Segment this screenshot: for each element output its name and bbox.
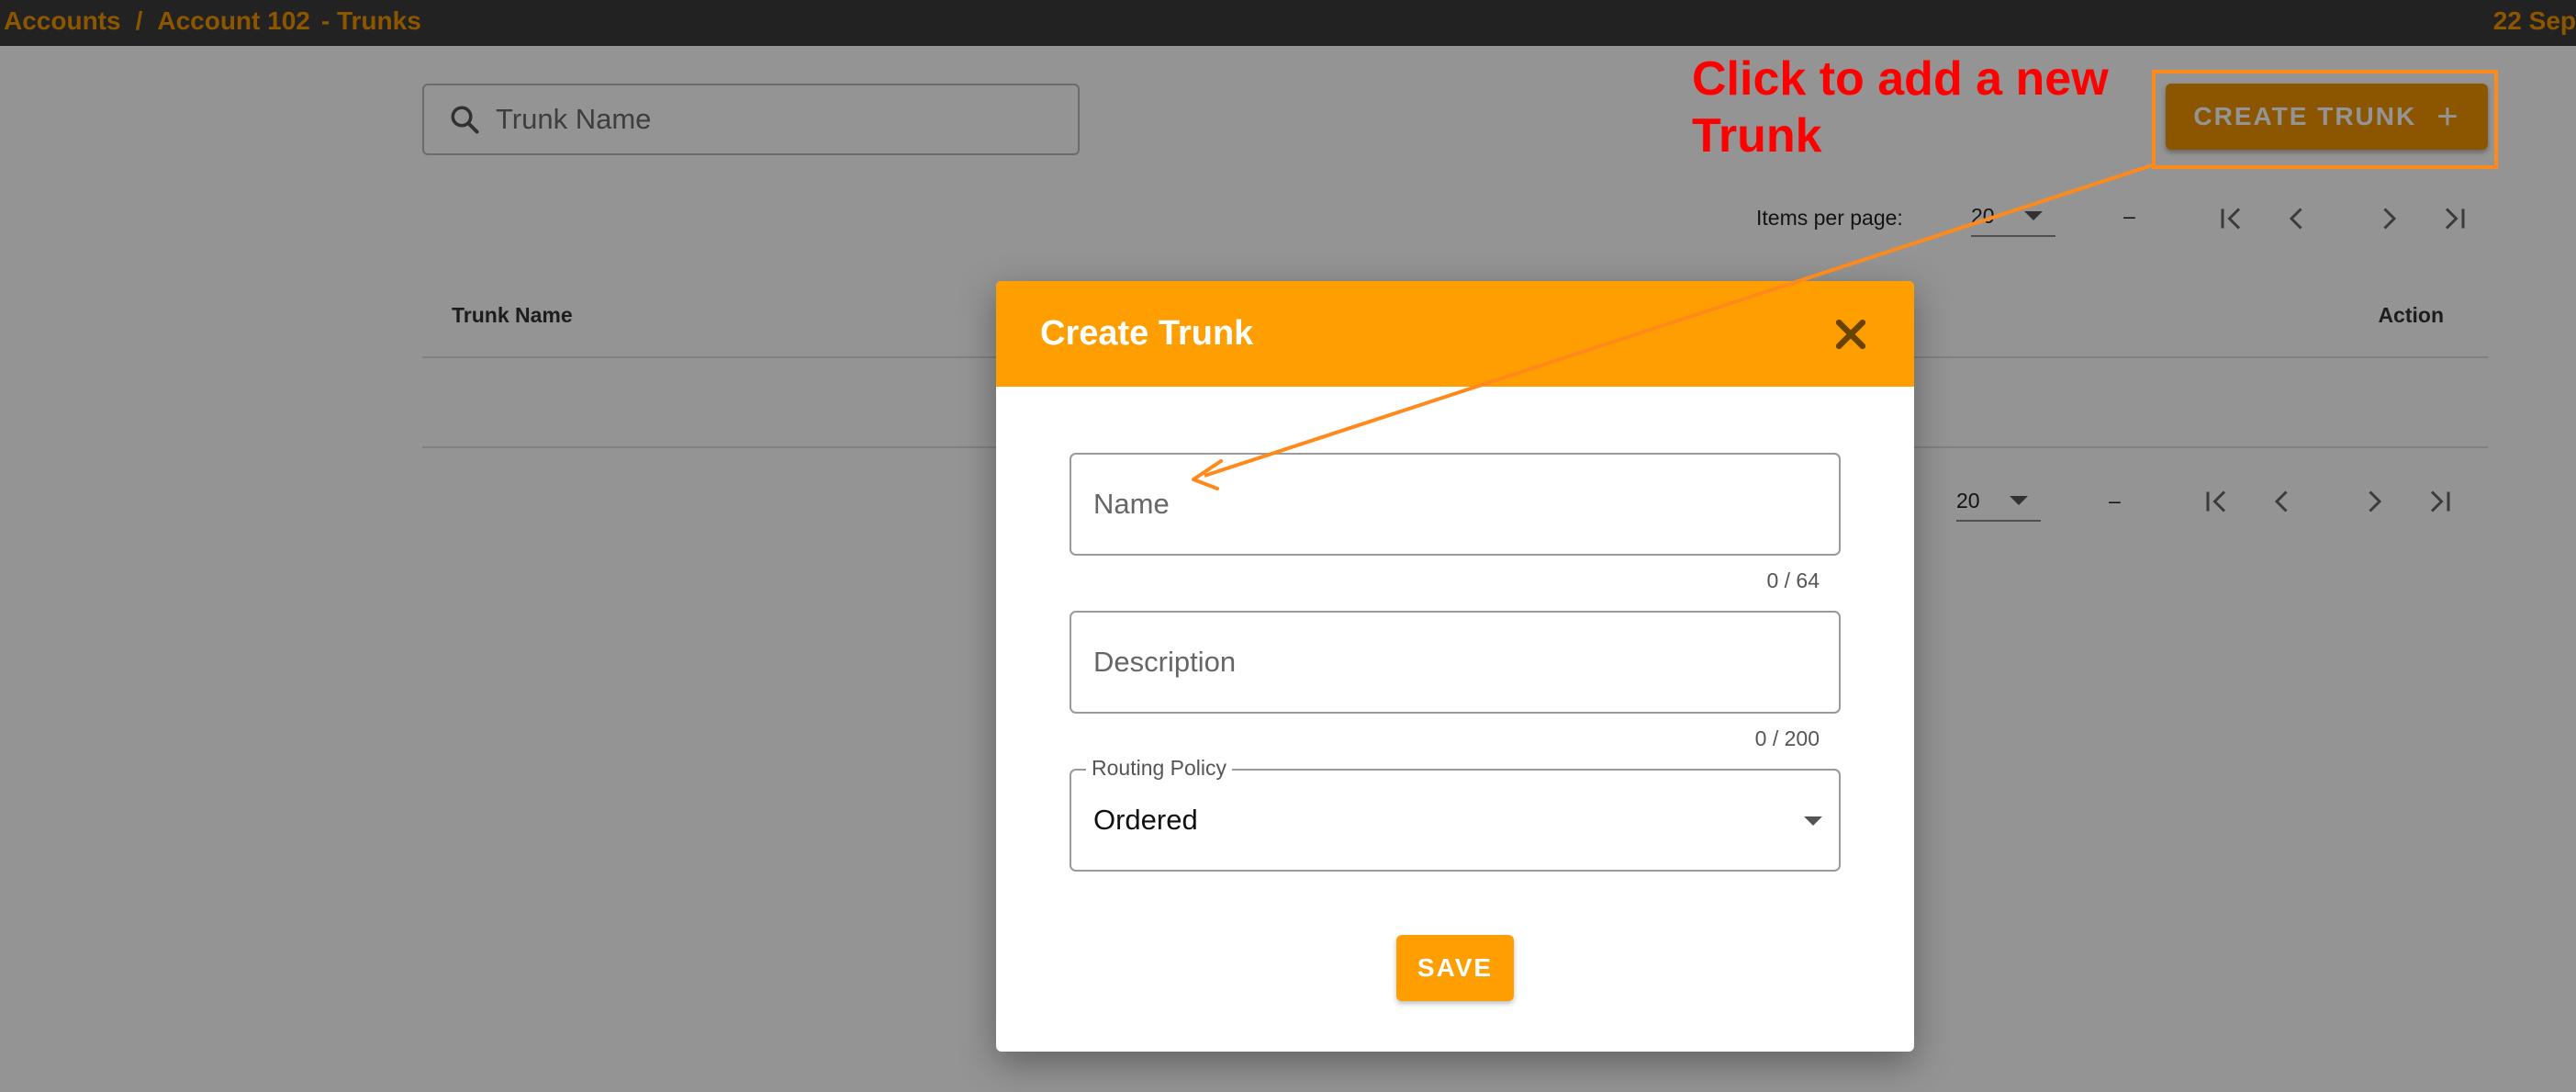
chevron-down-icon bbox=[1804, 816, 1822, 826]
dialog-header: Create Trunk bbox=[996, 281, 1914, 387]
description-placeholder: Description bbox=[1093, 646, 1237, 678]
dialog-title: Create Trunk bbox=[1040, 314, 1254, 353]
annotation-line-1: Click to add a new bbox=[1692, 52, 2109, 106]
routing-policy-select[interactable]: Routing Policy Ordered bbox=[1070, 756, 1841, 872]
description-field[interactable]: Description bbox=[1070, 611, 1841, 714]
description-char-counter: 0 / 200 bbox=[1754, 726, 1820, 750]
annotation-line-2: Trunk bbox=[1692, 109, 1822, 163]
annotation-highlight-box bbox=[2152, 70, 2498, 169]
routing-policy-value: Ordered bbox=[1093, 804, 1198, 836]
name-placeholder: Name bbox=[1093, 488, 1170, 520]
annotation-callout: Click to add a new Trunk bbox=[1692, 51, 2151, 164]
name-char-counter: 0 / 64 bbox=[1766, 569, 1820, 592]
name-field[interactable]: Name bbox=[1070, 453, 1841, 556]
close-icon[interactable] bbox=[1831, 314, 1871, 355]
create-trunk-dialog: Create Trunk Name 0 / 64 Description 0 /… bbox=[996, 281, 1914, 1052]
save-button[interactable]: SAVE bbox=[1396, 935, 1514, 1001]
